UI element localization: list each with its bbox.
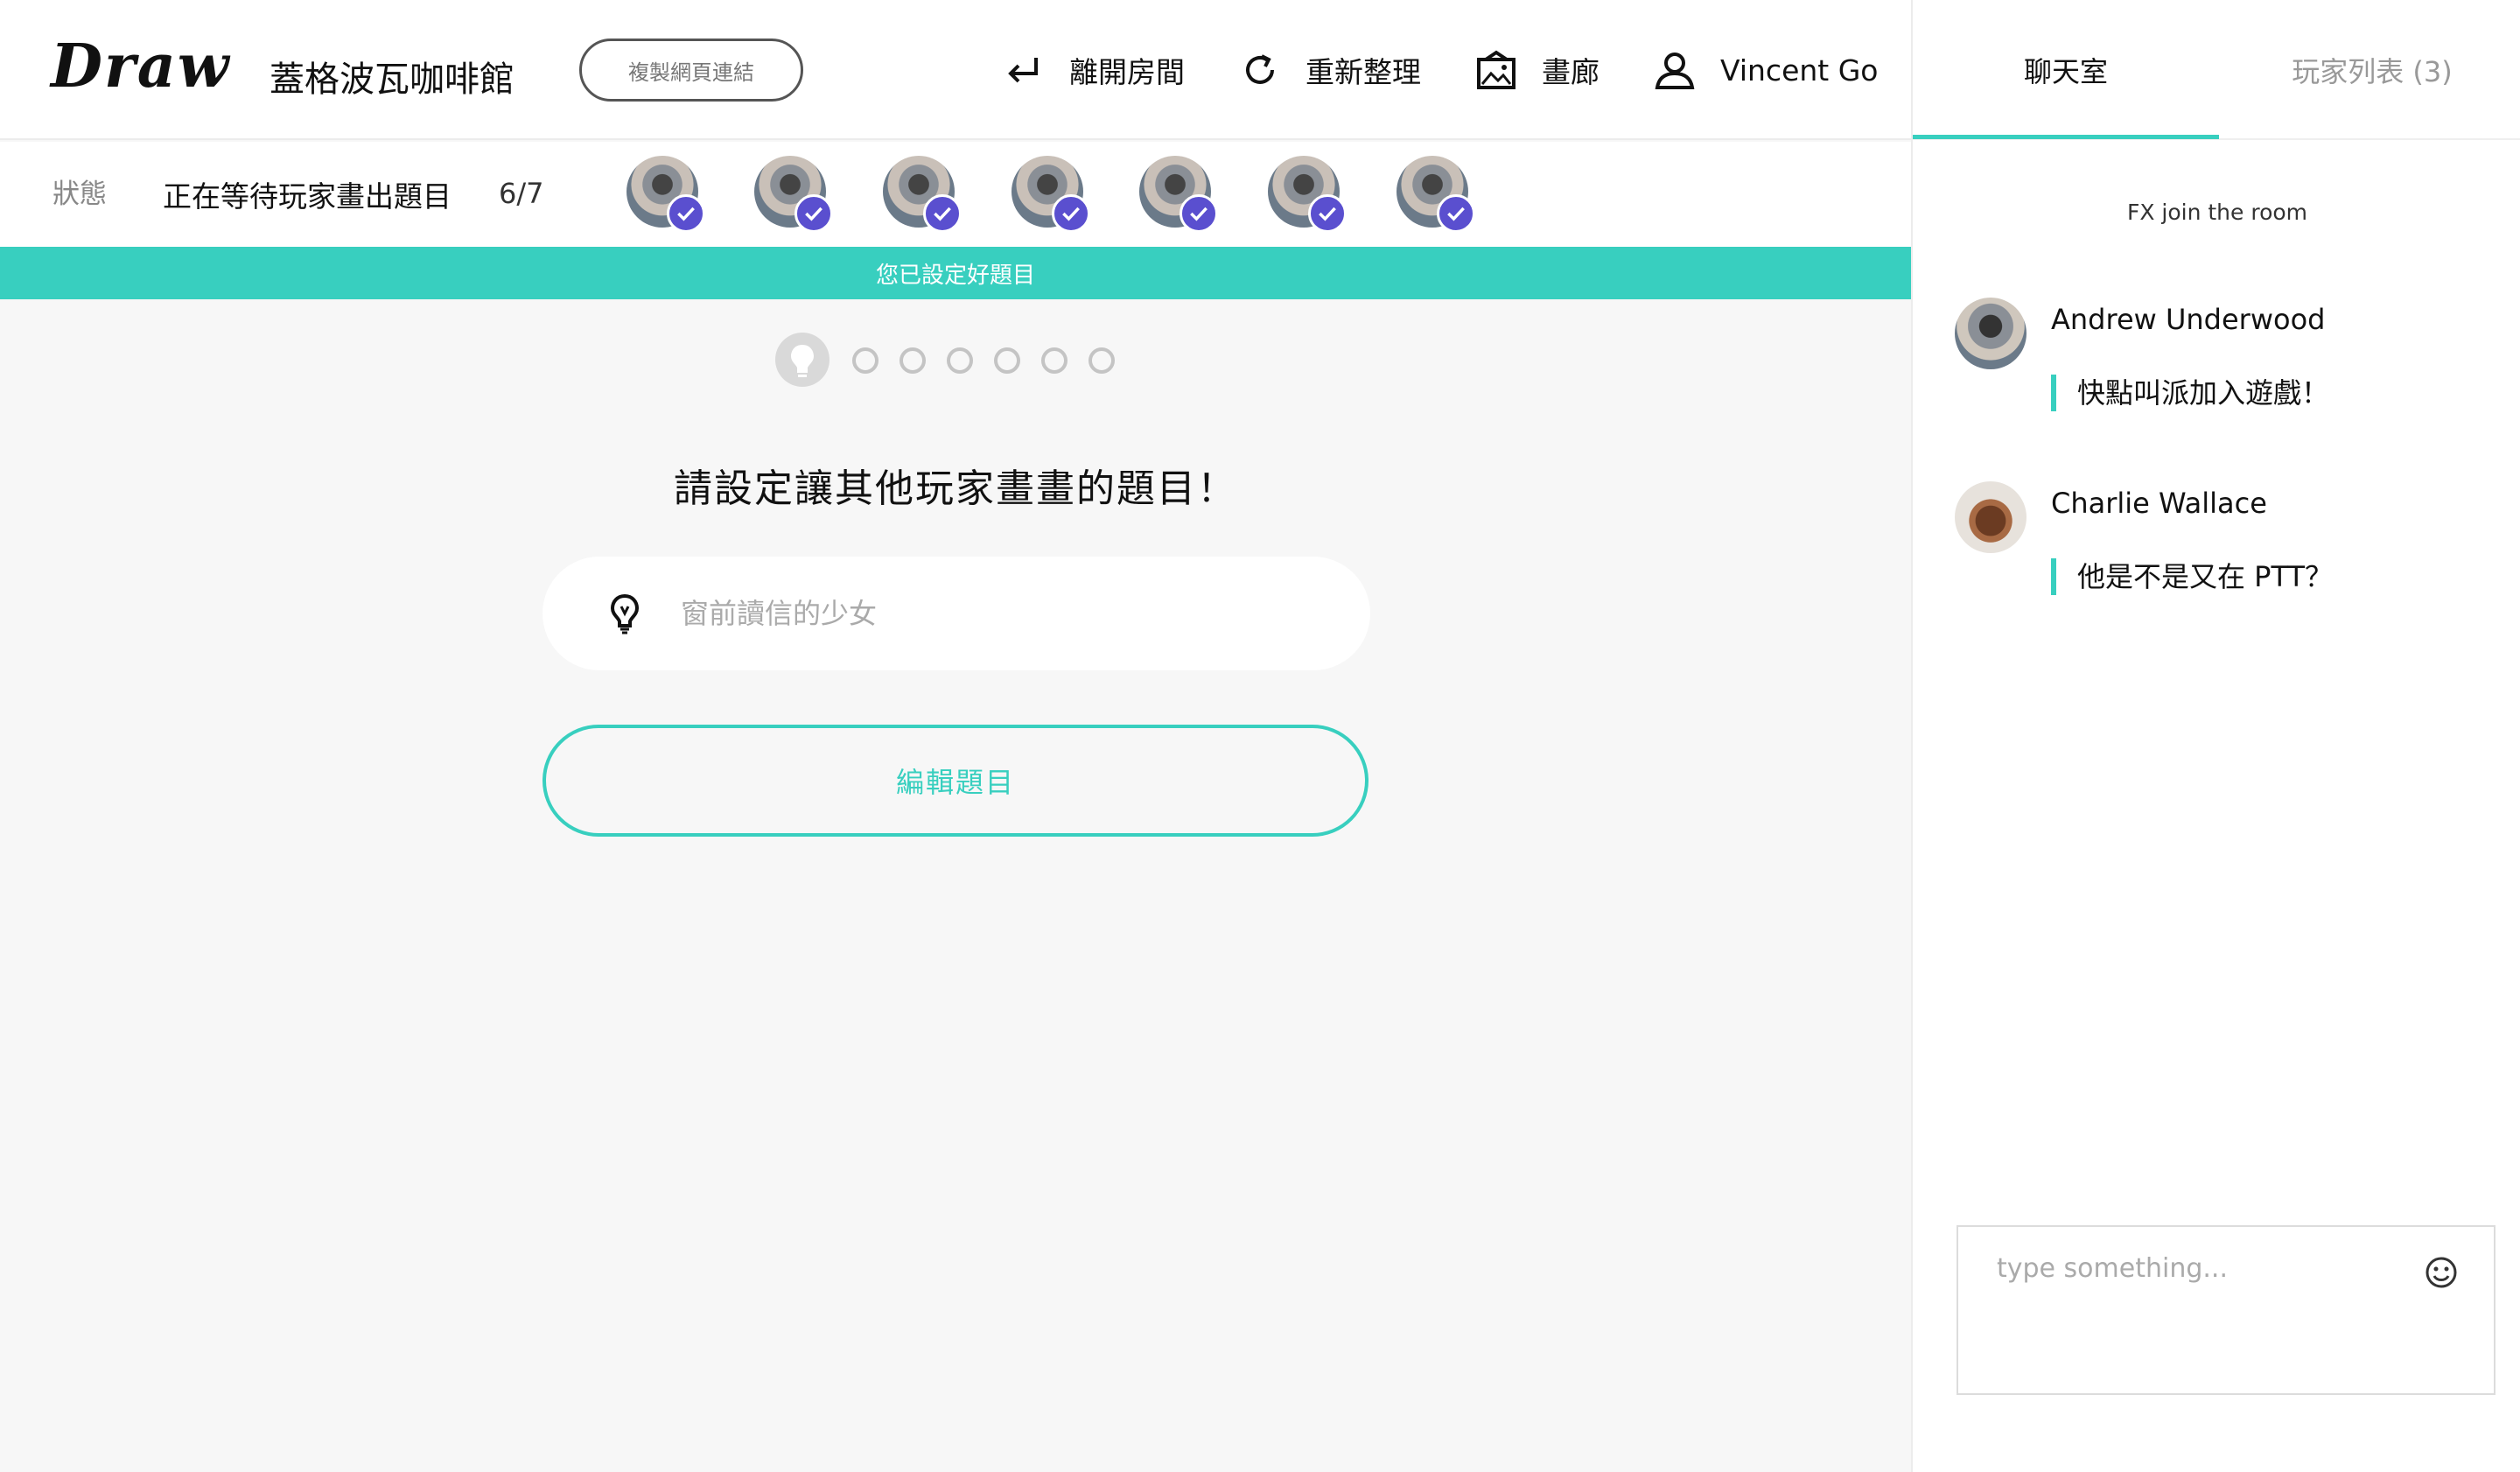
player-avatar[interactable]: [883, 156, 962, 233]
gallery-icon: [1477, 50, 1516, 89]
check-icon: [1180, 194, 1218, 233]
active-tab-indicator: [1913, 135, 2219, 139]
status-label: 狀態: [52, 179, 107, 210]
chat-side-panel: 聊天室 玩家列表 (3) FX join the room Andrew Und…: [1911, 0, 2520, 1472]
check-icon: [667, 194, 705, 233]
check-icon: [923, 194, 962, 233]
topic-set-notice: 您已設定好題目: [0, 247, 1911, 299]
system-message: FX join the room: [2126, 200, 2308, 225]
room-name: 蓋格波瓦咖啡館: [270, 60, 514, 100]
check-icon: [1437, 194, 1475, 233]
chat-message-text: 他是不是又在 PTT？: [2051, 558, 2333, 595]
player-avatar[interactable]: [1012, 156, 1090, 233]
check-icon: [1052, 194, 1090, 233]
progress-step-current: [775, 333, 830, 387]
avatar[interactable]: [1955, 298, 2026, 369]
player-avatar[interactable]: [754, 156, 833, 233]
emoji-icon[interactable]: [2424, 1255, 2459, 1290]
progress-step-dot: [947, 347, 973, 374]
game-status-bar: 狀態 正在等待玩家畫出題目 6/7: [0, 142, 1911, 247]
return-arrow-icon: [1008, 58, 1038, 83]
progress-step-dot: [852, 347, 878, 374]
player-avatar[interactable]: [1268, 156, 1347, 233]
progress-step-dot: [994, 347, 1020, 374]
lightbulb-icon: [791, 345, 814, 377]
gallery-label: 畫廊: [1542, 55, 1600, 89]
app-logo[interactable]: Draw: [51, 32, 230, 102]
prompt-heading: 請設定讓其他玩家畫畫的題目！: [674, 466, 1237, 511]
progress-step-dot: [900, 347, 926, 374]
gallery-button[interactable]: 畫廊: [1474, 44, 1600, 96]
chat-message-text: 快點叫派加入遊戲！: [2051, 375, 2329, 411]
topic-input[interactable]: [679, 596, 1292, 631]
tab-chatroom[interactable]: 聊天室: [1913, 0, 2219, 140]
check-icon: [794, 194, 833, 233]
player-avatar[interactable]: [1139, 156, 1218, 233]
user-icon: [1655, 53, 1695, 89]
player-avatar[interactable]: [626, 156, 705, 233]
top-navigation-bar: Draw 蓋格波瓦咖啡館 複製網頁連結 離開房間 重新整理 畫廊 Vincent…: [0, 0, 1911, 140]
players-ready-count: 6/7: [499, 177, 544, 210]
leave-room-button[interactable]: 離開房間: [1001, 44, 1185, 96]
user-profile-button[interactable]: Vincent Go: [1652, 44, 1879, 96]
chat-input-box: [1956, 1225, 2496, 1395]
chat-sender-name: Charlie Wallace: [2051, 487, 2267, 520]
check-icon: [1308, 194, 1347, 233]
refresh-label: 重新整理: [1306, 55, 1421, 89]
topic-input-wrapper: [542, 557, 1370, 670]
status-text: 正在等待玩家畫出題目: [163, 179, 452, 214]
progress-step-dot: [1088, 347, 1115, 374]
edit-topic-button[interactable]: 編輯題目: [542, 725, 1368, 837]
avatar[interactable]: [1955, 481, 2026, 553]
refresh-button[interactable]: 重新整理: [1237, 44, 1421, 96]
copy-link-button[interactable]: 複製網頁連結: [579, 39, 803, 102]
player-avatar[interactable]: [1396, 156, 1475, 233]
leave-room-label: 離開房間: [1069, 55, 1185, 89]
progress-step-dot: [1041, 347, 1068, 374]
chat-input[interactable]: [1958, 1227, 2494, 1393]
app-root: Draw 蓋格波瓦咖啡館 複製網頁連結 離開房間 重新整理 畫廊 Vincent…: [0, 0, 2520, 1472]
chat-sender-name: Andrew Underwood: [2051, 303, 2326, 336]
tab-player-list[interactable]: 玩家列表 (3): [2219, 0, 2520, 140]
refresh-icon: [1246, 54, 1274, 84]
game-main-area: Draw 蓋格波瓦咖啡館 複製網頁連結 離開房間 重新整理 畫廊 Vincent…: [0, 0, 1911, 1472]
lightbulb-icon: [610, 593, 640, 634]
user-name: Vincent Go: [1720, 53, 1879, 88]
